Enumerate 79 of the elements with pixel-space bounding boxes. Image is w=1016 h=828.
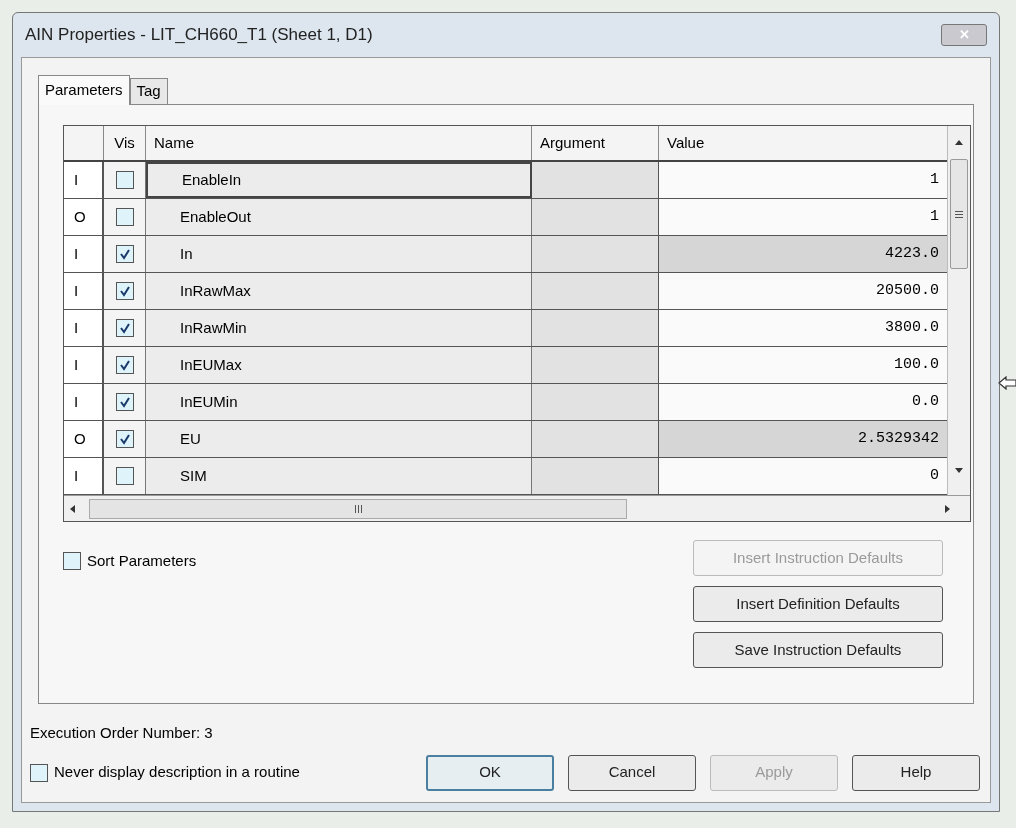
column-header: Value	[666, 132, 706, 153]
checkmark-icon	[118, 396, 131, 408]
table-cell: EnableOut	[146, 199, 532, 235]
table-cell: InRawMin	[146, 310, 532, 346]
scroll-thumb[interactable]	[89, 498, 627, 519]
vis-checkbox[interactable]	[115, 467, 134, 485]
table-cell: InRawMax	[146, 273, 532, 309]
table-cell: InEUMin	[146, 384, 532, 420]
scroll-down-icon[interactable]	[955, 468, 963, 473]
table-cell: In	[146, 236, 532, 272]
table-cell-text: 0.0	[912, 391, 939, 412]
dialog-button[interactable]: Help	[852, 754, 980, 791]
table-cell-text: 3800.0	[885, 317, 939, 338]
checkbox[interactable]	[63, 552, 81, 570]
dialog-button[interactable]: Cancel	[568, 754, 696, 791]
io-cell: I	[64, 458, 104, 494]
vis-checkbox[interactable]	[115, 319, 134, 337]
vis-checkbox[interactable]	[115, 208, 134, 226]
table-cell-text: 2.5329342	[858, 428, 939, 449]
table-cell: SIM	[146, 458, 532, 494]
window-title: AIN Properties - LIT_CH660_T1 (Sheet 1, D1)	[25, 24, 373, 47]
dialog-button[interactable]: OK	[426, 754, 554, 791]
defaults-button[interactable]: Insert Definition Defaults	[693, 586, 943, 622]
checkbox-label: Sort Parameters	[87, 550, 197, 571]
table-row[interactable]: O EnableOut 1	[64, 199, 947, 236]
horizontal-scrollbar[interactable]	[64, 495, 970, 521]
checkmark-icon	[118, 248, 131, 260]
tab[interactable]: Tag	[129, 78, 168, 104]
column-header: Vis	[104, 126, 146, 160]
vis-checkbox[interactable]	[115, 282, 134, 300]
io-cell: O	[64, 199, 104, 235]
table-cell-text: 1	[930, 206, 939, 227]
checkmark-icon	[118, 359, 131, 371]
vis-checkbox[interactable]	[115, 430, 134, 448]
checkbox-label: Never display description in a routine	[54, 762, 300, 783]
checkmark-icon	[118, 322, 131, 334]
table-row[interactable]: I InEUMin 0.0	[64, 384, 947, 421]
table-row[interactable]: I EnableIn 1	[64, 162, 947, 199]
scroll-thumb[interactable]	[950, 159, 968, 269]
table-row[interactable]: I InRawMin 3800.0	[64, 310, 947, 347]
scroll-right-icon[interactable]	[945, 504, 950, 513]
defaults-button[interactable]: Save Instruction Defaults	[693, 632, 943, 668]
table-cell-text: 4223.0	[885, 243, 939, 264]
table-cell-text: 100.0	[894, 354, 939, 375]
checkbox[interactable]	[30, 763, 48, 782]
tab[interactable]: Parameters	[38, 75, 130, 105]
checkmark-icon	[118, 285, 131, 297]
table-cell: EU	[146, 421, 532, 457]
table-cell: InEUMax	[146, 347, 532, 383]
table-cell-text: 0	[930, 465, 939, 486]
execution-order-text: Execution Order Number: 3	[30, 723, 214, 743]
scroll-left-icon[interactable]	[70, 504, 75, 513]
grip-icon	[354, 504, 362, 513]
io-cell: I	[64, 310, 104, 346]
vis-checkbox[interactable]	[115, 356, 134, 374]
table-cell-text: 20500.0	[876, 280, 939, 301]
table-row[interactable]: I In 4223.0	[64, 236, 947, 273]
table-row[interactable]: I InRawMax 20500.0	[64, 273, 947, 310]
grip-icon	[955, 210, 963, 218]
io-cell: I	[64, 162, 104, 198]
table-cell: EnableIn	[146, 162, 532, 198]
column-header: Argument	[532, 126, 659, 160]
vis-checkbox[interactable]	[115, 171, 134, 189]
column-header: Name	[146, 126, 532, 160]
scroll-up-icon[interactable]	[955, 140, 963, 145]
table-cell-text: 1	[930, 169, 939, 190]
vis-checkbox[interactable]	[115, 245, 134, 263]
checkmark-icon	[118, 433, 131, 445]
table-row[interactable]: I InEUMax 100.0	[64, 347, 947, 384]
left-arrow-icon	[998, 376, 1016, 390]
io-cell: O	[64, 421, 104, 457]
io-cell: I	[64, 236, 104, 272]
table-row[interactable]: O EU 2.5329342	[64, 421, 947, 458]
io-cell: I	[64, 347, 104, 383]
table-row[interactable]: I SIM 0	[64, 458, 947, 495]
vis-checkbox[interactable]	[115, 393, 134, 411]
io-cell: I	[64, 273, 104, 309]
io-cell: I	[64, 384, 104, 420]
vertical-scrollbar[interactable]	[947, 126, 970, 495]
